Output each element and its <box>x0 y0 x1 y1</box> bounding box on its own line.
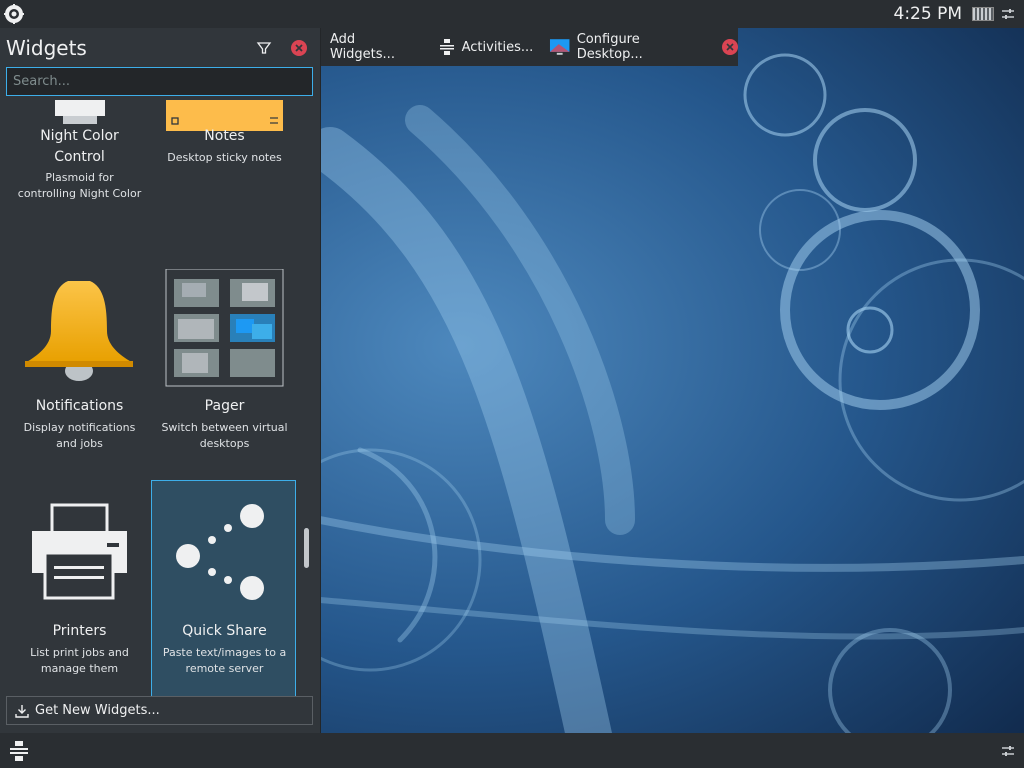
widget-description: Desktop sticky notes <box>167 151 282 164</box>
widget-name: Quick Share <box>182 623 267 639</box>
panel-config-icon[interactable] <box>1000 743 1016 759</box>
widget-tile-pager[interactable]: Pager Switch between virtual desktops <box>151 240 296 465</box>
widget-name: Printers <box>52 623 107 639</box>
kde-launcher-icon[interactable] <box>4 4 24 24</box>
printer-icon <box>32 503 127 600</box>
panel-config-icon[interactable] <box>1000 6 1016 22</box>
bell-icon <box>25 281 133 381</box>
widget-description: List print jobs and manage them <box>30 646 129 675</box>
add-widgets-button[interactable]: Add Widgets... <box>320 32 422 62</box>
activities-icon[interactable] <box>8 740 30 762</box>
widget-name: Notes <box>204 128 245 144</box>
add-widgets-label: Add Widgets... <box>330 32 395 62</box>
bottom-panel <box>0 733 1024 768</box>
activities-icon <box>439 39 454 55</box>
widget-name: Night Color Control <box>40 128 119 165</box>
close-icon <box>726 43 734 51</box>
widget-tile-quick-share[interactable]: Quick Share Paste text/images to a remot… <box>151 480 296 705</box>
close-icon <box>295 44 303 52</box>
top-panel: 4:25 PM <box>0 0 1024 28</box>
scrollbar-handle[interactable] <box>304 528 309 568</box>
widget-name: Notifications <box>35 398 124 414</box>
close-panel-button[interactable] <box>291 40 307 56</box>
toolbox-close-button[interactable] <box>722 39 738 55</box>
activities-label: Activities... <box>461 39 534 55</box>
widgets-explorer: Widgets Night Color Control Plasmoid for… <box>0 28 321 733</box>
widget-description: Display notifications and jobs <box>23 421 136 450</box>
get-new-widgets-button[interactable]: Get New Widgets... <box>6 696 313 725</box>
configure-desktop-button[interactable]: Configure Desktop... <box>549 32 706 62</box>
filter-icon[interactable] <box>256 40 272 56</box>
widget-description: Switch between virtual desktops <box>161 421 288 450</box>
widget-tile-printers[interactable]: Printers List print jobs and manage them <box>6 480 151 705</box>
widget-name: Pager <box>204 398 245 414</box>
get-new-widgets-label: Get New Widgets... <box>35 703 160 718</box>
pager-icon <box>165 269 284 387</box>
pager-mini-icon[interactable] <box>972 7 994 21</box>
clock[interactable]: 4:25 PM <box>894 4 963 24</box>
configure-desktop-label: Configure Desktop... <box>576 32 643 62</box>
widget-description: Plasmoid for controlling Night Color <box>17 171 142 200</box>
download-icon <box>15 704 29 718</box>
desktop-settings-icon <box>550 39 570 55</box>
widget-description: Paste text/images to a remote server <box>162 646 287 675</box>
widget-tile-notifications[interactable]: Notifications Display notifications and … <box>6 280 151 505</box>
desktop-toolbox: Add Widgets... Activities... Configure D… <box>320 28 738 66</box>
panel-title: Widgets <box>6 36 87 60</box>
widget-tile-night-color[interactable]: Night Color Control Plasmoid for control… <box>6 100 151 280</box>
activities-button[interactable]: Activities... <box>438 38 534 56</box>
widget-grid: Night Color Control Plasmoid for control… <box>0 100 320 720</box>
search-input[interactable] <box>6 67 313 96</box>
share-icon <box>176 504 264 600</box>
